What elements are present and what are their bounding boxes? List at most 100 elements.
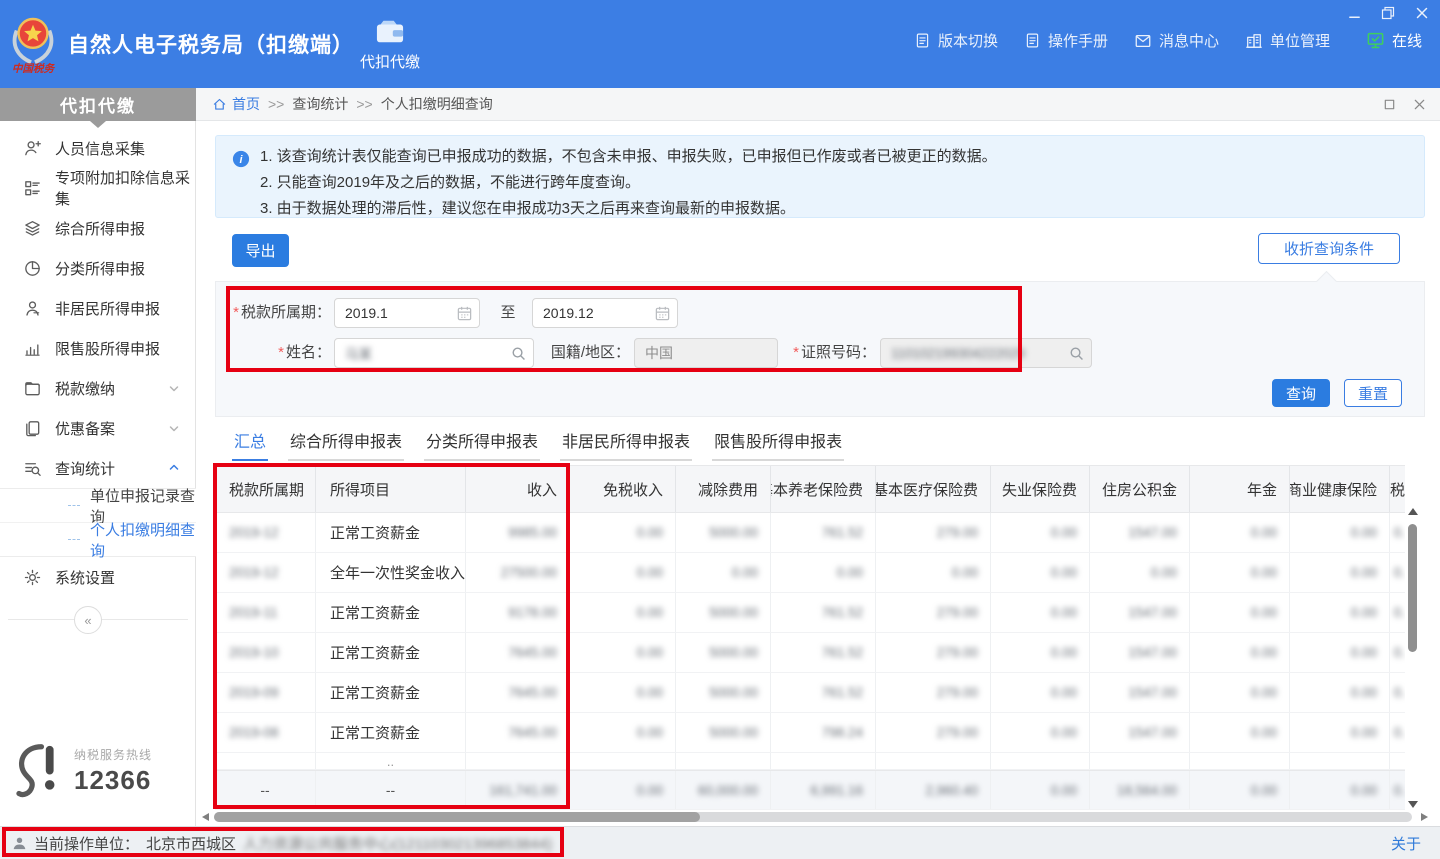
sidebar-subitem-personal-withholding-detail[interactable]: 个人扣缴明细查询 [0,523,196,556]
sidebar-item-nonresident-income[interactable]: 非居民所得申报 [0,288,196,328]
menu-label: 单位管理 [1270,30,1330,51]
cell-value: 0.00 [570,673,676,712]
search-icon[interactable] [510,345,527,362]
sidebar-item-system-settings[interactable]: 系统设置 [0,557,196,597]
restore-icon[interactable] [1380,6,1396,20]
collapse-query-button[interactable]: 收折查询条件 [1258,233,1400,264]
cell-value: 0.00 [1290,593,1390,632]
sidebar-item-preferential-filing[interactable]: 优惠备案 [0,408,196,448]
cell-empty [876,753,991,769]
scroll-down-arrow[interactable] [1408,801,1418,808]
sidebar-item-comprehensive-income[interactable]: 综合所得申报 [0,208,196,248]
export-button[interactable]: 导出 [232,234,289,267]
cell-empty [676,753,771,769]
tab-限售股所得申报表[interactable]: 限售股所得申报表 [712,428,844,461]
minimize-icon[interactable] [1346,6,1362,20]
sidebar-item-classified-income[interactable]: 分类所得申报 [0,248,196,288]
table-row[interactable]: 2019-08正常工资薪金7645.000.005000.00798.24279… [215,713,1405,753]
table-row[interactable]: 2019-12正常工资薪金9985.000.005000.00761.52279… [215,513,1405,553]
table-summary-row: ----161,741.000.0060,000.006,991.162,960… [215,770,1405,810]
column-header: 减除费用 [676,466,771,512]
nationality-input[interactable]: 中国 [634,338,778,368]
required-asterisk: * [278,344,284,361]
column-header: 基本医疗保险费 [876,466,991,512]
scroll-up-arrow[interactable] [1408,508,1418,515]
cell-empty [1190,753,1290,769]
vertical-scroll-thumb[interactable] [1408,524,1417,652]
sidebar-collapse-button[interactable]: « [74,606,102,634]
sidebar-item-tax-payment[interactable]: 税款缴纳 [0,368,196,408]
sidebar-item-label: 综合所得申报 [55,218,196,239]
hotline-number: 12366 [74,765,152,796]
name-input[interactable]: 马某 [334,338,534,368]
tab-分类所得申报表[interactable]: 分类所得申报表 [424,428,540,461]
cell-empty [771,753,876,769]
about-link[interactable]: 关于 [1391,833,1421,854]
pages-icon [22,418,42,438]
calendar-icon[interactable] [456,305,473,322]
close-icon[interactable] [1414,6,1430,20]
notice-line: 2. 只能查询2019年及之后的数据，不能进行跨年度查询。 [260,170,997,196]
pie-chart-icon [22,258,42,278]
calendar-icon[interactable] [654,305,671,322]
cell-value: 0.00 [1290,553,1390,592]
brand: 中国税务 自然人电子税务局（扣缴端） [8,6,354,82]
breadcrumb-item[interactable]: 查询统计 [292,94,348,114]
summary-item: -- [316,771,466,809]
scroll-left-arrow[interactable] [202,813,209,821]
tab-综合所得申报表[interactable]: 综合所得申报表 [288,428,404,461]
notice-lines: 1. 该查询统计表仅能查询已申报成功的数据，不包含未申报、申报失败，已申报但已作… [260,144,997,222]
sidebar-item-restricted-stock[interactable]: 限售股所得申报 [0,328,196,368]
search-icon[interactable] [1068,345,1085,362]
breadcrumb-item[interactable]: 首页 [212,94,260,114]
page-close-icon[interactable] [1412,97,1426,111]
query-panel: *税款所属期： 2019.1 至 2019.12 *姓名： 马某 国籍/地区： … [215,281,1425,417]
tab-非居民所得申报表[interactable]: 非居民所得申报表 [560,428,692,461]
cell-empty [570,753,676,769]
sidebar-item-special-deduction[interactable]: 专项附加扣除信息采集 [0,168,196,208]
column-header: 所得项目 [316,466,466,512]
horizontal-scroll-thumb[interactable] [214,812,700,822]
tab-汇总[interactable]: 汇总 [232,428,268,461]
reset-button[interactable]: 重置 [1344,379,1402,407]
cell-value: 0.00 [1190,513,1290,552]
required-asterisk: * [233,304,239,321]
sidebar-submenu: 单位申报记录查询个人扣缴明细查询 [0,488,196,557]
table-row[interactable]: 2019-11正常工资薪金9178.000.005000.00761.52279… [215,593,1405,633]
menu-message-center[interactable]: 消息中心 [1134,30,1219,51]
horizontal-scrollbar[interactable] [202,810,1428,824]
period-from-input[interactable]: 2019.1 [334,298,480,328]
cell-value: 0.00 [771,553,876,592]
table-row[interactable]: 2019-10正常工资薪金7645.000.005000.00761.52279… [215,633,1405,673]
sidebar-item-label: 优惠备案 [55,418,155,439]
search-button[interactable]: 查询 [1272,379,1330,407]
sidebar-item-query-statistics[interactable]: 查询统计 [0,448,196,488]
gear-icon [22,567,42,587]
sidebar-header: 代扣代缴 [0,88,196,121]
menu-org-manage[interactable]: 单位管理 [1245,30,1330,51]
table-row[interactable]: 2019-12全年一次性奖金收入27500.000.000.000.000.00… [215,553,1405,593]
column-header: 收入 [466,466,570,512]
window-controls [1346,6,1430,20]
scroll-right-arrow[interactable] [1421,813,1428,821]
summary-value: 0.00 [991,771,1090,809]
period-to-input[interactable]: 2019.12 [532,298,678,328]
menu-manual[interactable]: 操作手册 [1024,30,1108,51]
page-maximize-icon[interactable] [1382,97,1396,111]
sidebar-item-label: 分类所得申报 [55,258,196,279]
breadcrumb-bar: 首页>>查询统计>>个人扣缴明细查询 [196,88,1440,121]
cell-value: 761.52 [771,673,876,712]
id-number-input[interactable]: 110102199304222029 [880,338,1092,368]
cell-period: 2019-11 [215,593,316,632]
breadcrumb-item[interactable]: 个人扣缴明细查询 [381,94,493,114]
sidebar-item-personnel-info[interactable]: 人员信息采集 [0,128,196,168]
building-icon [1245,32,1263,50]
module-tab-withholding[interactable]: 代扣代缴 [344,8,436,82]
cell-value: 5000.00 [676,513,771,552]
vertical-scrollbar[interactable] [1405,466,1420,810]
cell-empty [466,753,570,769]
menu-version-switch[interactable]: 版本切换 [914,30,998,51]
table-row[interactable]: 2019-09正常工资薪金7645.000.005000.00761.52279… [215,673,1405,713]
period-to-value: 2019.12 [543,305,594,321]
summary-value: 161,741.00 [466,771,570,809]
